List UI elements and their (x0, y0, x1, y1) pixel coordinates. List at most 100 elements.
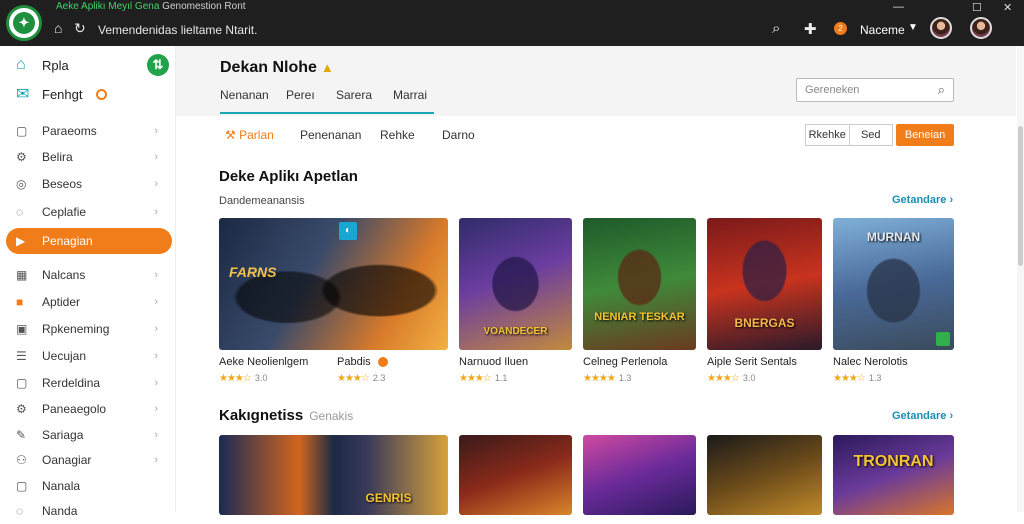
sidebar-item[interactable]: ⚙ Paneaegolo › (6, 396, 172, 422)
game-title[interactable]: Pabdis (337, 356, 388, 368)
puzzle-icon[interactable]: ✚ (804, 20, 817, 38)
sidebar-top-home[interactable]: ⌂ Rpla (16, 56, 69, 74)
game-card[interactable]: NENIAR TESKAR (583, 218, 696, 350)
refresh-icon[interactable]: ↻ (74, 20, 86, 37)
game-rating: ★★★☆ 1.3 (833, 373, 881, 384)
address-bar[interactable]: Vemendenidas lieltame Ntarit. (98, 23, 257, 37)
see-all-link[interactable]: Getandare › (892, 194, 953, 206)
tab-3[interactable]: Sarera (336, 88, 372, 102)
sidebar-item-label: Uecujan (42, 349, 87, 363)
minimize-icon[interactable]: — (893, 1, 904, 13)
chevron-right-icon: › (154, 178, 158, 190)
sidebar-item-active[interactable]: ▶ Penagian (6, 228, 172, 254)
notification-badge[interactable]: 2 (834, 22, 847, 35)
sidebar: ⌂ Rpla ⇅ ✉ Fenhgt ▢ Paraeoms › ⚙ Belira › ◎ B… (0, 46, 176, 518)
game-rating: ★★★☆ 3.0 (219, 373, 267, 384)
chevron-down-icon[interactable]: ▼ (908, 22, 918, 33)
game-title[interactable]: Aiple Serit Sentals (707, 356, 797, 368)
sidebar-item[interactable]: ▦ Nalcans › (6, 262, 172, 288)
user-name[interactable]: Naceme (860, 23, 905, 37)
sort-button[interactable]: Sed (848, 125, 893, 145)
subtab[interactable]: Darno (442, 128, 475, 142)
home-icon[interactable]: ⌂ (54, 20, 62, 36)
box-icon: ▣ (16, 322, 28, 336)
game-card[interactable]: GENRIS (219, 435, 448, 515)
tab-2[interactable]: Pereı (286, 88, 315, 102)
sidebar-item[interactable]: ▢ Nanala (6, 473, 172, 499)
game-rating: ★★★☆ 2.3 (337, 373, 385, 384)
sidebar-item-label: Ceplafie (42, 205, 87, 219)
sidebar-item[interactable]: ⚙ Belira › (6, 144, 172, 170)
game-title[interactable]: Narnuod Iluen (459, 356, 528, 368)
sidebar-item[interactable]: ☰ Uecujan › (6, 343, 172, 369)
sidebar-item[interactable]: ◎ Beseos › (6, 171, 172, 197)
game-card[interactable]: VOANDECER (459, 218, 572, 350)
filter-button[interactable]: Rkehke (806, 125, 849, 145)
rating-value: 3.0 (254, 373, 268, 383)
game-rating: ★★★★ 1.3 (583, 373, 631, 384)
subtab-active[interactable]: ⚒ Parlan (225, 128, 274, 142)
subtab[interactable]: Rehke (380, 128, 415, 142)
avatar-secondary[interactable] (970, 17, 992, 39)
game-card[interactable] (583, 435, 696, 515)
search-icon[interactable]: ⌕ (938, 82, 945, 98)
game-card[interactable] (707, 435, 822, 515)
sidebar-item-label: Paraeoms (42, 124, 97, 138)
circle-icon: ◎ (16, 177, 27, 191)
search-input[interactable]: Gereneken ⌕ (796, 78, 954, 102)
subtab-label: Parlan (239, 128, 274, 142)
sidebar-item[interactable]: ◌ Nanda (6, 498, 172, 524)
chevron-right-icon: › (154, 403, 158, 415)
game-caption: TRONRAN (853, 453, 934, 470)
rating-value: 1.3 (618, 373, 632, 383)
game-art (583, 435, 696, 515)
game-rating: ★★★☆ 1.1 (459, 373, 507, 384)
maximize-icon[interactable]: ☐ (972, 1, 982, 14)
sidebar-item[interactable]: ■ Aptider › (6, 289, 172, 315)
scrollbar[interactable] (1017, 46, 1024, 512)
see-all-link[interactable]: Getandare › (892, 410, 953, 422)
tab-1[interactable]: Nenanan (220, 88, 269, 102)
sidebar-item[interactable]: ⚇ Oanagiar › (6, 447, 172, 473)
game-title[interactable]: Aeke Neolienlgem (219, 356, 308, 368)
tab-4[interactable]: Marrai (393, 88, 427, 102)
page-title: Dekan Nlohe ▲ (220, 59, 334, 77)
sidebar-top-feed[interactable]: ✉ Fenhgt (16, 84, 108, 104)
subtab[interactable]: Penenanan (300, 128, 361, 142)
search-placeholder: Gereneken (805, 84, 860, 96)
search-icon[interactable]: ⌕ (772, 20, 780, 37)
sidebar-item-label: Belira (42, 150, 73, 164)
chevron-right-icon: › (154, 269, 158, 281)
sidebar-item-label: Oanagiar (42, 453, 92, 467)
card-badge (936, 332, 950, 346)
sidebar-item[interactable]: ◌ Ceplafie › (6, 199, 172, 225)
game-card[interactable]: MURNAN (833, 218, 954, 350)
scrollbar-thumb[interactable] (1018, 126, 1023, 266)
game-title[interactable]: Celneg Perlenola (583, 356, 667, 368)
primary-button[interactable]: Beneian (896, 124, 954, 146)
avatar[interactable] (930, 17, 952, 39)
app-logo[interactable]: ✦ (6, 5, 42, 41)
chevron-right-icon: › (154, 377, 158, 389)
game-title[interactable]: Nalec Nerolotis (833, 356, 908, 368)
app-title-main: Aeke Aplikı Meyıl Gena (56, 1, 160, 12)
sidebar-item-label: Nanala (42, 479, 81, 493)
game-card[interactable] (459, 435, 572, 515)
sidebar-item-label: Paneaegolo (42, 402, 107, 416)
sidebar-item[interactable]: ▢ Rerdeldina › (6, 370, 172, 396)
close-icon[interactable]: ✕ (1003, 1, 1012, 14)
game-card[interactable]: BNERGAS (707, 218, 822, 350)
sidebar-item-label: Beseos (42, 177, 83, 191)
section-title: Deke Aplikı Apetlan (219, 168, 358, 185)
game-caption: BNERGAS (734, 316, 795, 330)
sidebar-item[interactable]: ▣ Rpkeneming › (6, 316, 172, 342)
gear-icon: ⚙ (16, 402, 27, 416)
sidebar-badge[interactable]: ⇅ (147, 54, 169, 76)
app-title: Aeke Aplikı Meyıl Gena Genomestion Ront (56, 1, 246, 12)
sidebar-item[interactable]: ▢ Paraeoms › (6, 118, 172, 144)
sidebar-item[interactable]: ✎ Sariaga › (6, 422, 172, 448)
game-card[interactable]: TRONRAN (833, 435, 954, 515)
chevron-right-icon: › (154, 454, 158, 466)
chevron-right-icon: › (154, 206, 158, 218)
game-card[interactable]: FARNS ◐ (219, 218, 448, 350)
